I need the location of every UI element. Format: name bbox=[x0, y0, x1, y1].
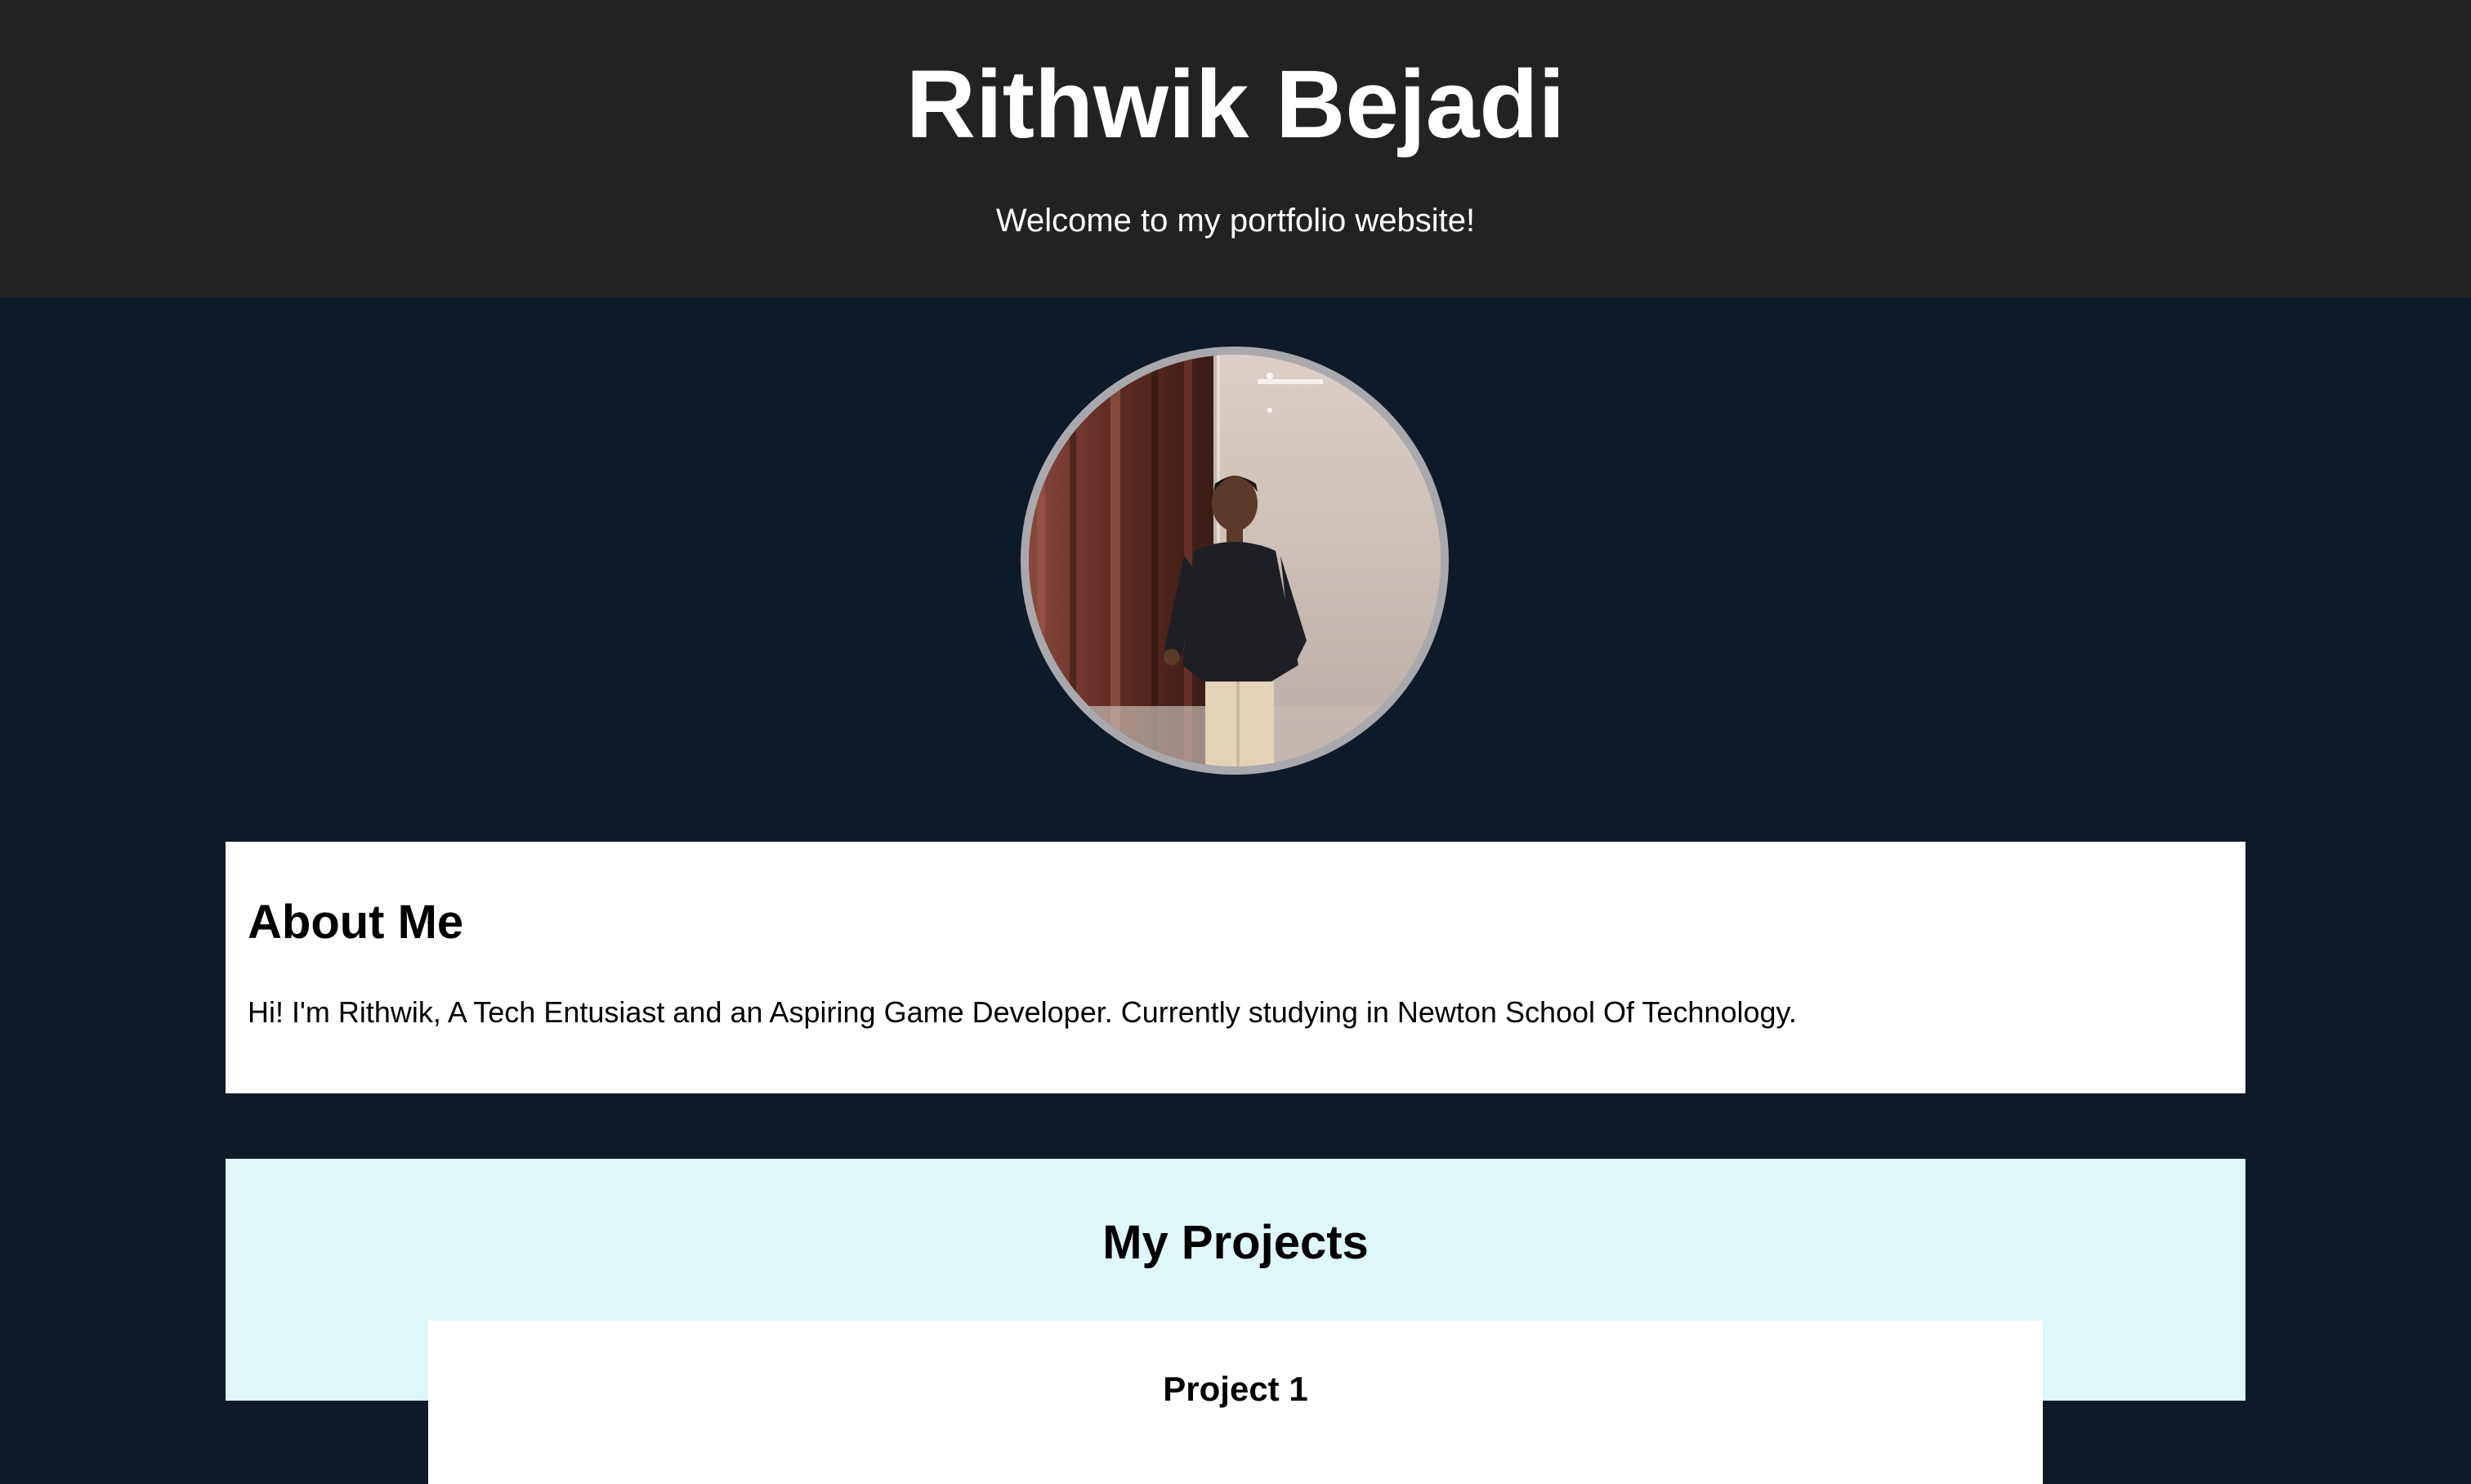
projects-section: My Projects Project 1 bbox=[226, 1159, 2245, 1484]
profile-photo-illustration bbox=[1029, 355, 1441, 767]
about-text: Hi! I'm Rithwik, A Tech Entusiast and an… bbox=[248, 995, 1797, 1029]
project-title: Project 1 bbox=[1163, 1370, 1308, 1408]
profile-photo bbox=[1021, 346, 1449, 775]
site-title: Rithwik Bejadi bbox=[905, 51, 1566, 159]
projects-heading: My Projects bbox=[1102, 1216, 1369, 1269]
about-section: About Me Hi! I'm Rithwik, A Tech Entusia… bbox=[226, 842, 2245, 1093]
site-header: Rithwik Bejadi Welcome to my portfolio w… bbox=[0, 0, 2471, 297]
project-card[interactable]: Project 1 bbox=[428, 1321, 2043, 1484]
about-heading: About Me bbox=[248, 896, 464, 949]
site-tagline: Welcome to my portfolio website! bbox=[995, 203, 1476, 239]
